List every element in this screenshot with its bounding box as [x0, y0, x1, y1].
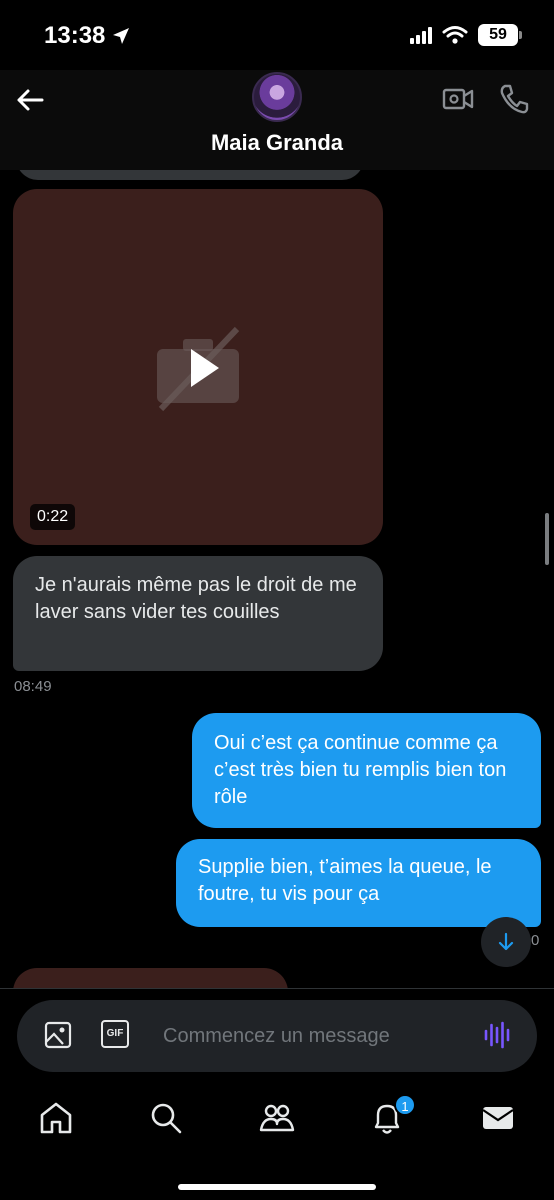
gif-label: GIF [101, 1020, 129, 1048]
messages-envelope-icon[interactable] [478, 1098, 518, 1138]
play-icon[interactable] [175, 341, 229, 395]
status-indicators: 59 [410, 24, 522, 46]
voice-message-icon[interactable] [483, 1020, 513, 1050]
status-time: 13:38 [44, 22, 131, 50]
home-indicator [178, 1184, 376, 1190]
search-icon[interactable] [146, 1098, 186, 1138]
bottom-tab-bar: 1 [0, 1084, 554, 1200]
video-message[interactable]: 0:22 [13, 189, 383, 545]
outgoing-message[interactable]: Supplie bien, t’aimes la queue, le foutr… [176, 839, 541, 927]
contact-avatar[interactable] [252, 72, 302, 122]
battery-indicator: 59 [478, 24, 522, 46]
scroll-to-bottom-button[interactable] [481, 917, 531, 967]
message-input[interactable] [163, 1020, 473, 1052]
contact-name[interactable]: Maia Granda [0, 130, 554, 156]
scrollbar-thumb[interactable] [545, 513, 549, 565]
composer-area: GIF [0, 988, 554, 1084]
clock-text: 13:38 [44, 22, 106, 49]
partial-timestamp: 0 [531, 932, 540, 949]
video-call-icon[interactable] [441, 82, 475, 116]
location-arrow-icon [113, 28, 130, 44]
cellular-signal-icon [410, 26, 432, 44]
gif-icon[interactable]: GIF [101, 1020, 131, 1050]
wifi-icon [442, 26, 468, 44]
video-duration: 0:22 [30, 504, 76, 530]
outgoing-message[interactable]: Oui c’est ça continue comme ça c’est trè… [192, 713, 541, 828]
message-timestamp: 08:49 [14, 678, 52, 695]
previous-message-bubble [16, 170, 364, 180]
arrow-down-icon [498, 932, 514, 951]
notifications-badge: 1 [394, 1094, 416, 1116]
next-media-message[interactable] [13, 968, 288, 988]
back-arrow-icon[interactable] [14, 84, 46, 116]
communities-icon[interactable] [257, 1098, 297, 1138]
message-thread[interactable]: 0:22 Je n'aurais même pas le droit de me… [0, 170, 554, 988]
phone-call-icon[interactable] [497, 82, 531, 116]
incoming-message[interactable]: Je n'aurais même pas le droit de me lave… [13, 556, 383, 671]
conversation-header: Maia Granda [0, 70, 554, 170]
status-bar: 13:38 59 [0, 0, 554, 70]
home-icon[interactable] [36, 1098, 76, 1138]
message-composer: GIF [17, 1000, 537, 1072]
image-icon[interactable] [43, 1020, 73, 1050]
